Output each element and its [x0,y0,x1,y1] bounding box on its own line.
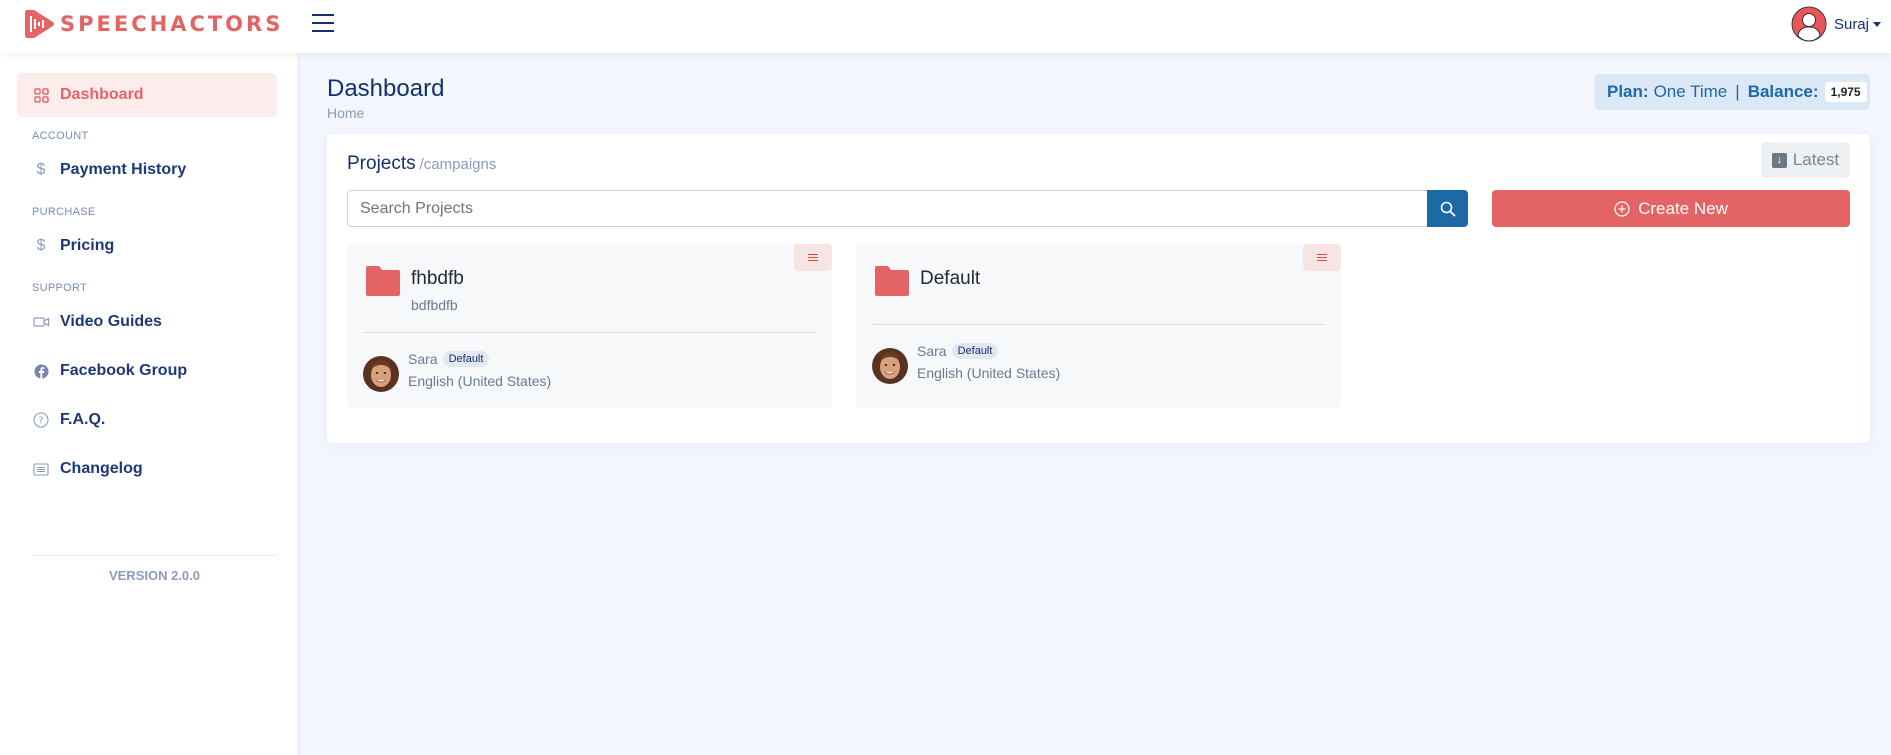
grid-icon [32,86,50,104]
menu-toggle-icon[interactable] [312,14,334,33]
card-divider [363,332,816,333]
card-menu-button[interactable] [1303,244,1341,271]
sidebar: Dashboard ACCOUNT $ Payment History PURC… [0,53,297,755]
sidebar-item-video-guides[interactable]: Video Guides [17,300,277,344]
sidebar-item-label: Facebook Group [60,362,188,379]
voice-language: English (United States) [917,365,1061,381]
sidebar-item-label: Dashboard [60,86,144,103]
project-name[interactable]: fhbdfb [411,268,464,290]
sidebar-item-pricing[interactable]: $ Pricing [17,224,277,268]
menu-icon [808,252,818,263]
voice-name-text: Sara [917,343,947,359]
user-menu[interactable]: Suraj [1791,6,1881,42]
sidebar-item-label: Payment History [60,161,187,178]
project-description: bdfbdfb [411,297,458,313]
sidebar-item-dashboard[interactable]: Dashboard [17,73,277,117]
version-label: VERSION 2.0.0 [108,568,201,583]
svg-text:?: ? [38,416,43,427]
sidebar-item-label: Changelog [60,460,143,477]
balance-label: Balance: [1747,82,1819,101]
plan-balance-info: Plan: One Time | Balance: 1,975 [1595,74,1870,110]
section-label-purchase: PURCHASE [32,206,96,218]
sidebar-item-label: F.A.Q. [60,411,106,428]
sidebar-item-label: Video Guides [60,313,162,330]
folder-icon [875,266,909,296]
section-label-support: SUPPORT [32,282,88,294]
breadcrumb-home[interactable]: Home [327,105,364,121]
project-card[interactable]: fhbdfb bdfbdfb Sara Default English (Uni… [347,244,832,408]
project-name[interactable]: Default [920,268,980,290]
voice-name: Sara Default [408,351,490,367]
sidebar-item-facebook-group[interactable]: Facebook Group [17,349,277,393]
card-divider [872,324,1325,325]
sort-latest-button[interactable]: ↓ Latest [1761,142,1850,178]
dollar-icon: $ [36,161,46,178]
sort-latest-label: Latest [1792,150,1840,169]
projects-title: Projects [347,153,416,174]
voice-name-text: Sara [408,351,438,367]
menu-icon [1317,252,1327,263]
page-title: Dashboard [327,75,445,102]
projects-heading: Projects/campaigns [347,153,496,175]
projects-panel: Projects/campaigns ↓ Latest Create New f… [327,134,1870,443]
sidebar-item-faq[interactable]: ? F.A.Q. [17,398,277,442]
section-label-account: ACCOUNT [32,130,89,142]
dollar-icon: $ [36,237,46,254]
plan-label: Plan: [1607,82,1649,101]
balance-value: 1,975 [1824,82,1867,102]
arrow-down-icon: ↓ [1771,152,1787,168]
brand-name: SPEECHACTORS [60,12,284,36]
voice-default-badge: Default [442,351,490,367]
create-new-label: Create New [1638,198,1728,218]
facebook-icon [32,362,50,380]
create-new-button[interactable]: Create New [1492,190,1850,227]
sidebar-item-payment-history[interactable]: $ Payment History [17,148,277,192]
sidebar-item-label: Pricing [60,237,115,254]
sidebar-item-changelog[interactable]: Changelog [17,447,277,491]
caret-down-icon [1873,21,1881,27]
sidebar-divider [32,555,277,556]
plus-circle-icon [1614,200,1630,217]
folder-icon [366,266,400,296]
question-icon: ? [32,411,50,429]
card-menu-button[interactable] [794,244,832,271]
user-name: Suraj [1833,15,1869,33]
voice-language: English (United States) [408,373,552,389]
voice-avatar [363,356,399,392]
top-header: SPEECHACTORS Suraj [0,0,1891,53]
plan-value: One Time [1653,82,1728,101]
search-projects-input[interactable] [347,190,1427,227]
brand-logo[interactable]: SPEECHACTORS [22,7,283,41]
user-avatar-icon [1791,6,1827,42]
voice-avatar [872,348,908,384]
plan-separator: | [1735,82,1740,101]
list-icon [32,460,50,478]
voice-name: Sara Default [917,343,999,359]
video-icon [32,313,50,331]
voice-default-badge: Default [951,343,999,359]
search-button[interactable] [1427,190,1468,227]
search-icon [1440,201,1455,216]
speech-play-icon [25,10,54,38]
project-card[interactable]: Default Sara Default English (United Sta… [856,244,1341,408]
projects-subtitle: /campaigns [419,156,497,173]
